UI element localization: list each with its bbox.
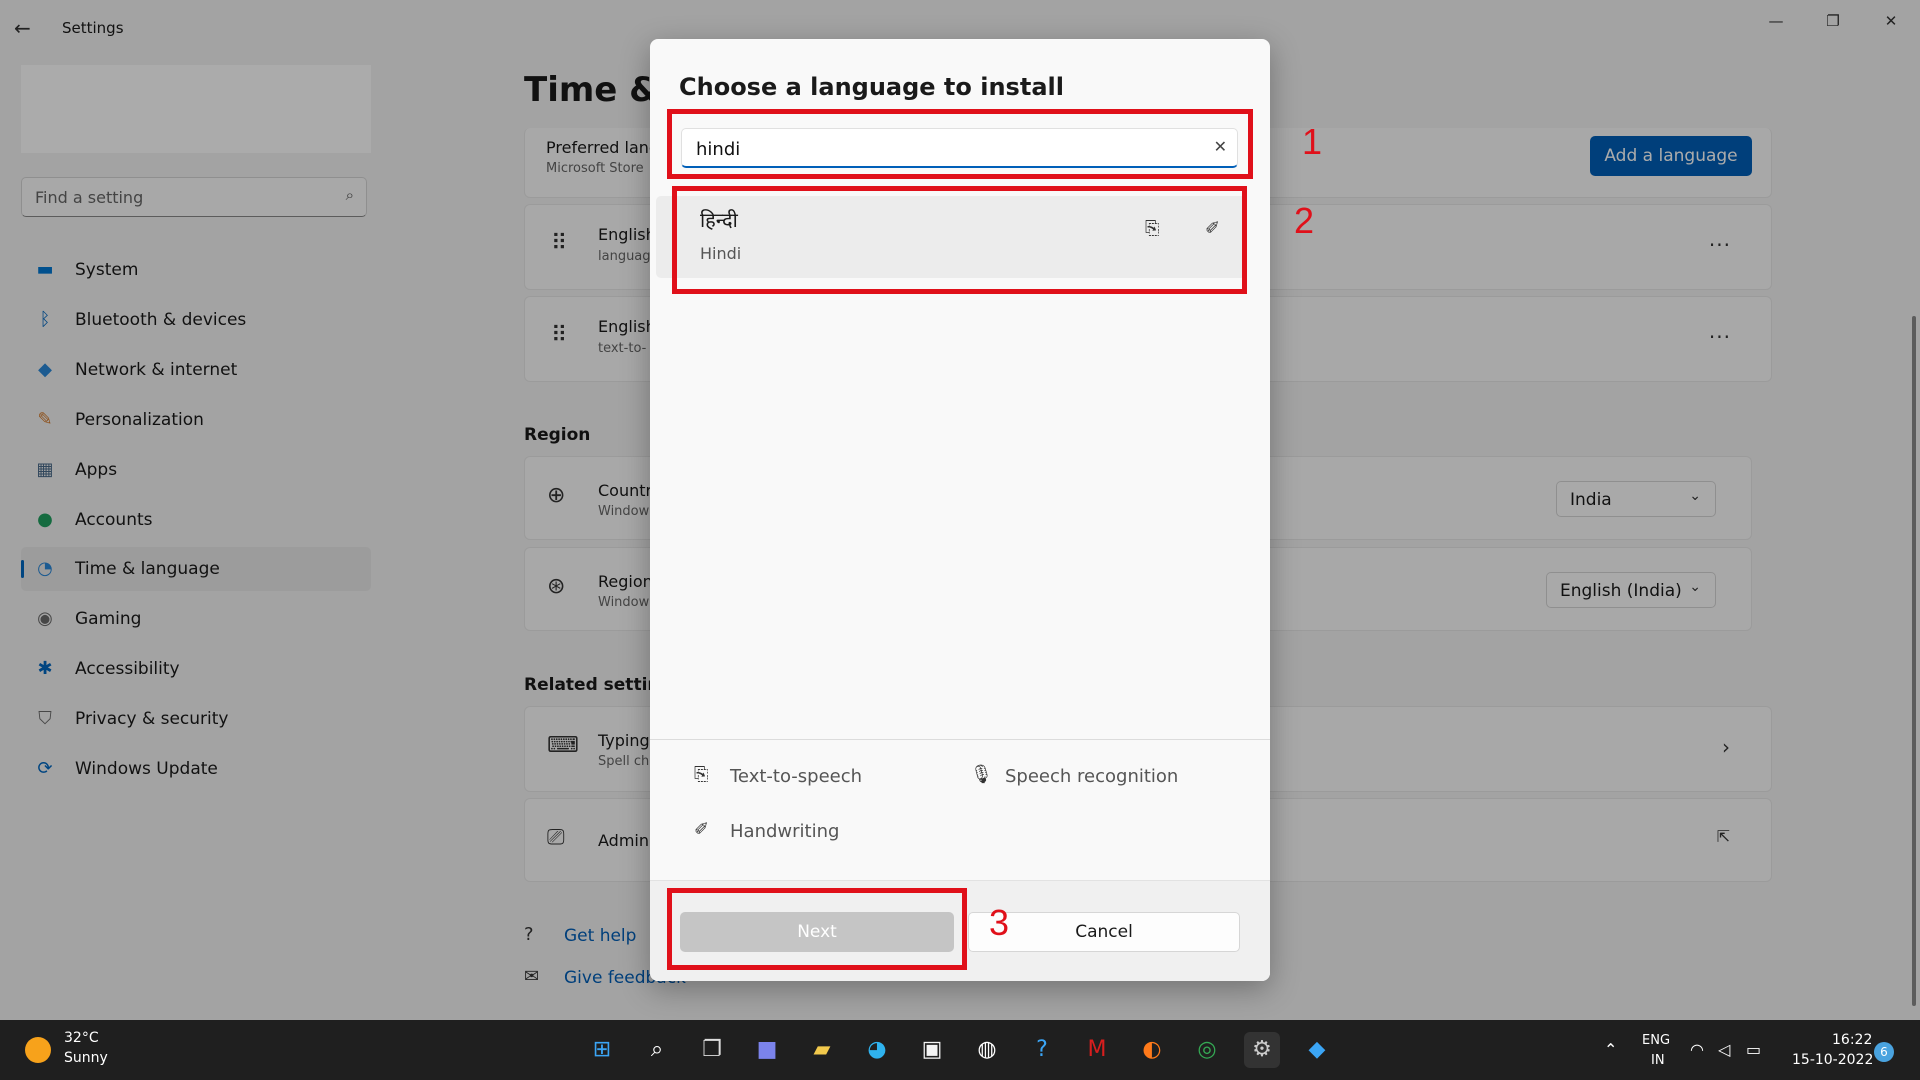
input-language-line1[interactable]: ENG: [1642, 1033, 1670, 1048]
text-to-speech-icon: ⎘: [694, 764, 709, 785]
annotation-box-result: [672, 186, 1247, 294]
file-explorer-icon[interactable]: ▰: [804, 1032, 840, 1068]
feature-legend: ⎘ Text-to-speech 🎙 Speech recognition ✐ …: [650, 740, 1270, 880]
edge-icon[interactable]: ◕: [859, 1032, 895, 1068]
handwriting-icon: ✐: [694, 819, 710, 840]
text-to-speech-label: Text-to-speech: [730, 766, 863, 787]
microphone-icon: 🎙: [970, 764, 993, 785]
taskbar: [0, 1020, 1920, 1080]
search-icon[interactable]: ⌕: [639, 1032, 675, 1068]
firefox-icon[interactable]: ◐: [1134, 1032, 1170, 1068]
app-icon[interactable]: ◍: [969, 1032, 1005, 1068]
store-icon[interactable]: ▣: [914, 1032, 950, 1068]
annotation-box-next: [667, 888, 967, 970]
annotation-number-1: 1: [1302, 121, 1323, 162]
settings-icon[interactable]: ⚙: [1244, 1032, 1280, 1068]
chat-icon[interactable]: ■: [749, 1032, 785, 1068]
dialog-title: Choose a language to install: [679, 73, 1064, 101]
speech-recognition-label: Speech recognition: [1005, 766, 1179, 787]
paint-icon[interactable]: ◆: [1299, 1032, 1335, 1068]
task-view-icon[interactable]: ❐: [694, 1032, 730, 1068]
chrome-icon[interactable]: ◎: [1189, 1032, 1225, 1068]
help-app-icon[interactable]: ?: [1024, 1032, 1060, 1068]
clock-date[interactable]: 15-10-2022: [1792, 1052, 1873, 1068]
volume-icon[interactable]: ◁: [1718, 1040, 1730, 1059]
choose-language-dialog: Choose a language to install ✕ हिन्दी Hi…: [650, 39, 1270, 981]
annotation-number-2: 2: [1294, 200, 1315, 241]
annotation-box-search: [667, 109, 1253, 179]
weather-condition[interactable]: Sunny: [64, 1050, 108, 1066]
annotation-number-3: 3: [989, 902, 1010, 943]
handwriting-label: Handwriting: [730, 821, 840, 842]
weather-temperature[interactable]: 32°C: [64, 1030, 99, 1046]
notification-badge[interactable]: 6: [1874, 1042, 1894, 1062]
wifi-icon[interactable]: ◠: [1690, 1040, 1704, 1059]
clock-time[interactable]: 16:22: [1832, 1032, 1872, 1048]
input-language-line2[interactable]: IN: [1651, 1053, 1665, 1068]
sun-icon[interactable]: [25, 1037, 51, 1063]
chevron-up-icon[interactable]: ⌃: [1604, 1040, 1617, 1059]
mcafee-icon[interactable]: M: [1079, 1032, 1115, 1068]
start-icon[interactable]: ⊞: [584, 1032, 620, 1068]
battery-icon[interactable]: ▭: [1746, 1040, 1761, 1059]
